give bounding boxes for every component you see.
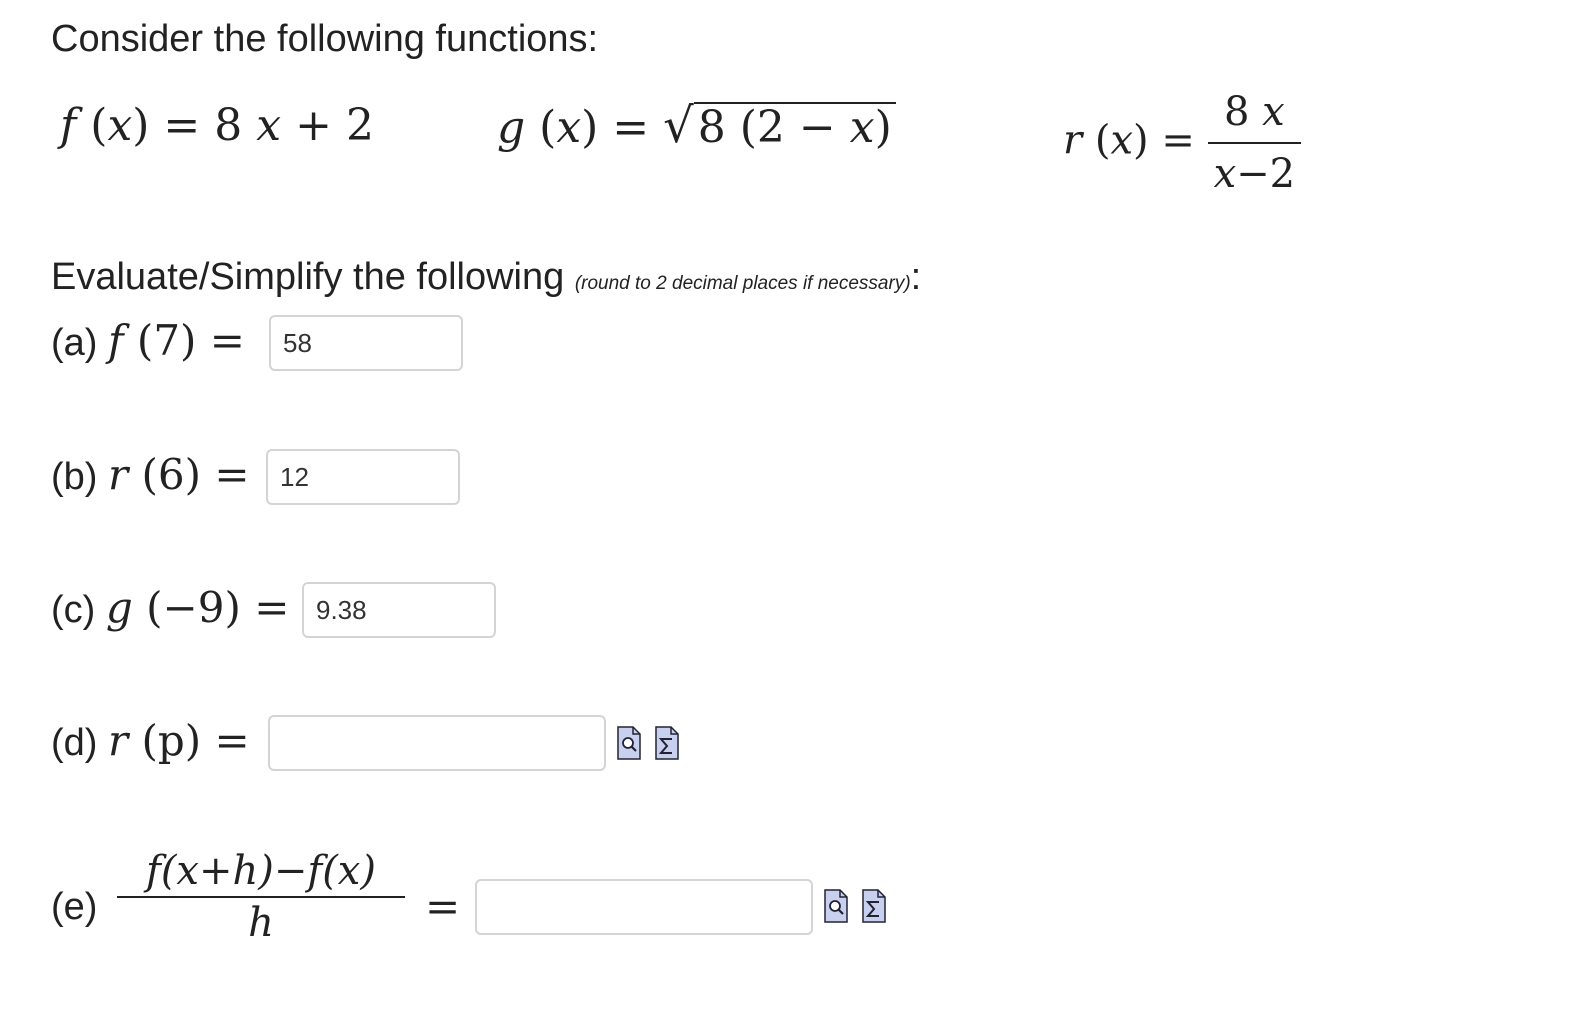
answer-d-input[interactable] bbox=[268, 715, 606, 771]
preview-icon[interactable] bbox=[617, 726, 641, 760]
question-d: (d) r (p) = bbox=[51, 716, 250, 765]
equation-editor-icon[interactable] bbox=[862, 889, 886, 923]
r-fraction: 8 x x−2 bbox=[1207, 84, 1302, 202]
answer-b-input[interactable] bbox=[266, 449, 460, 505]
equals-sign: = bbox=[425, 882, 461, 931]
question-c: (c) g (−9) = bbox=[51, 583, 290, 632]
question-a: (a) f (7) = bbox=[51, 316, 245, 365]
function-g: g (x) = √8 (2 − x) bbox=[497, 98, 896, 156]
intro-text: Consider the following functions: bbox=[51, 18, 599, 60]
function-r: r (x) = 8 x x−2 bbox=[1063, 84, 1302, 202]
sqrt-radicand: 8 (2 − x) bbox=[693, 102, 896, 152]
function-f: f (x) = 8 x + 2 bbox=[60, 100, 374, 151]
preview-icon[interactable] bbox=[824, 889, 848, 923]
instructions: Evaluate/Simplify the following (round t… bbox=[51, 256, 922, 298]
answer-e-input[interactable] bbox=[475, 879, 813, 935]
question-e-fraction: f(x+h)−f(x) h bbox=[117, 848, 405, 946]
question-e-label: (e) bbox=[51, 886, 98, 928]
question-b: (b) r (6) = bbox=[51, 450, 250, 499]
answer-c-input[interactable] bbox=[302, 582, 496, 638]
equation-editor-icon[interactable] bbox=[655, 726, 679, 760]
answer-a-input[interactable] bbox=[269, 315, 463, 371]
